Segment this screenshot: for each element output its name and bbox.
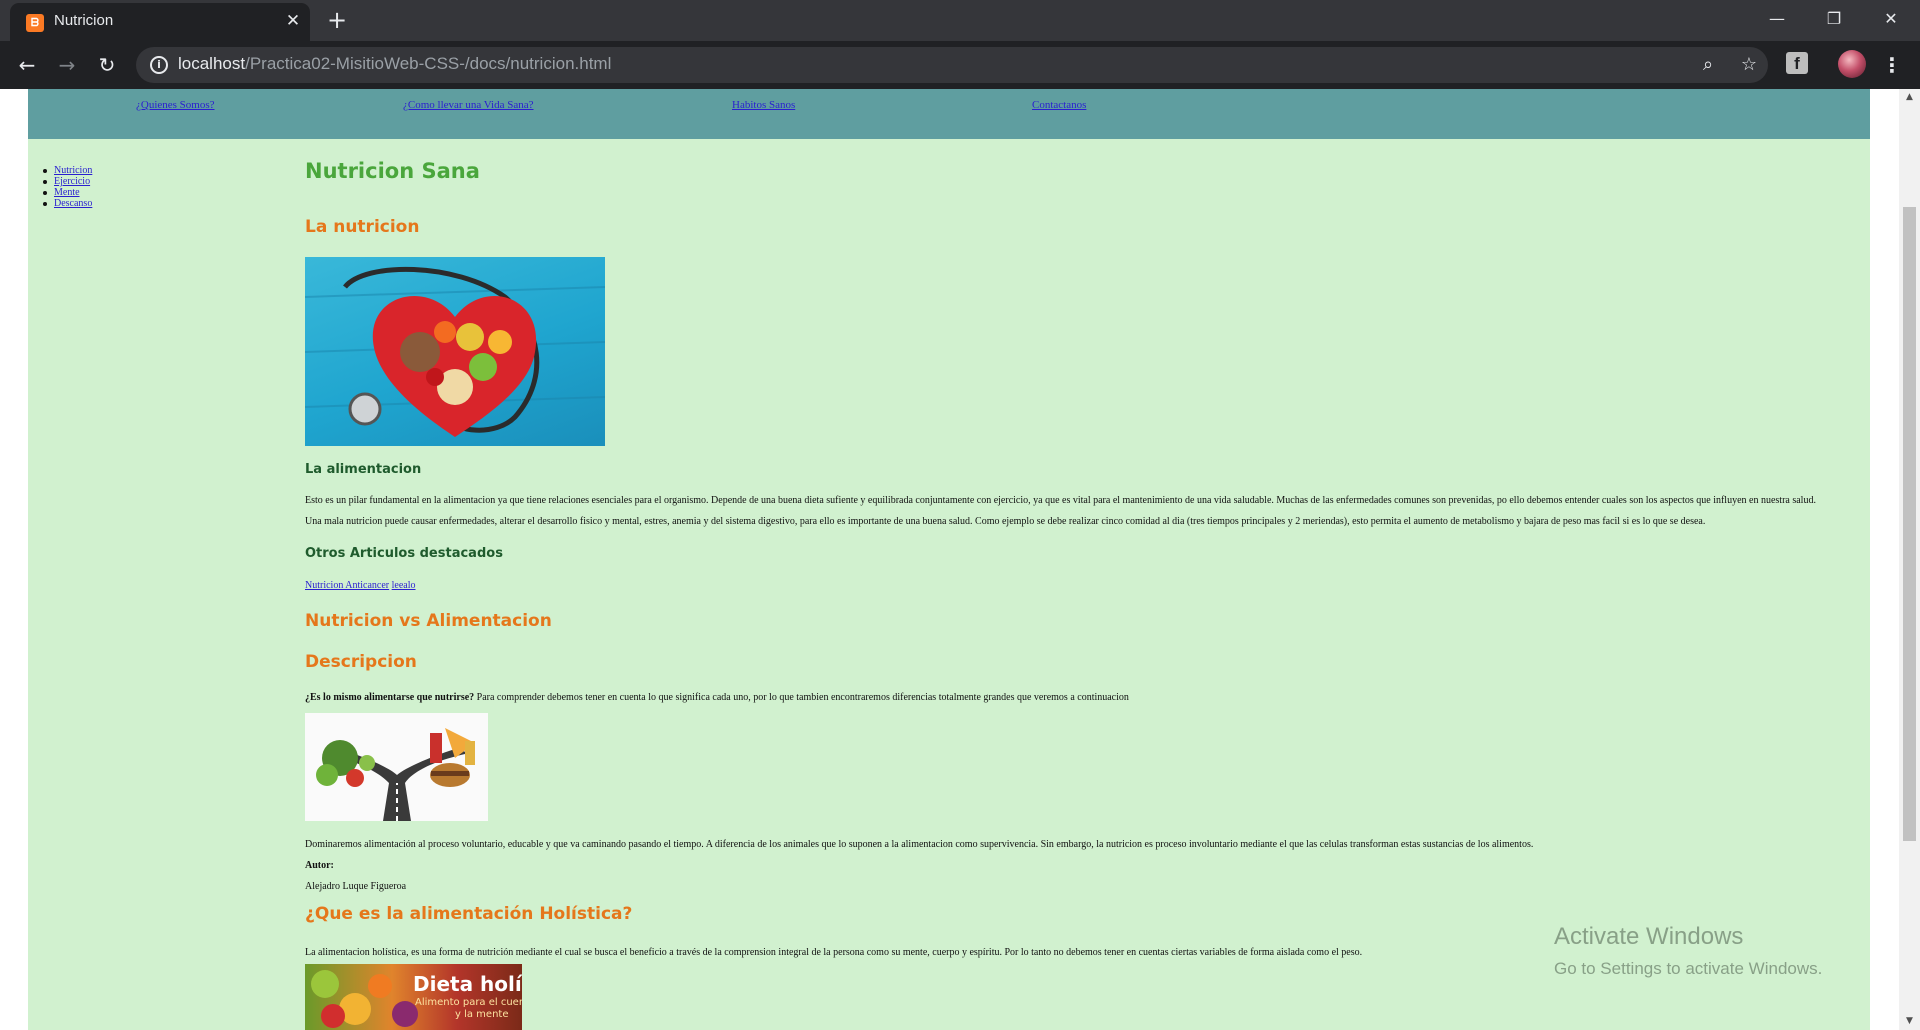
maximize-button[interactable]: ❐ bbox=[1811, 4, 1857, 34]
site-info-icon[interactable]: i bbox=[150, 56, 168, 74]
kebab-menu-icon[interactable]: ⋮ bbox=[1880, 50, 1904, 80]
holistic-image-title: Dieta holística bbox=[413, 972, 522, 996]
forward-icon[interactable]: → bbox=[52, 50, 82, 80]
paragraph-question: ¿Es lo mismo alimentarse que nutrirse? P… bbox=[305, 692, 1129, 703]
healthy-vs-junk-food-image bbox=[305, 713, 488, 821]
nav-link-contactanos[interactable]: Contactanos bbox=[1032, 99, 1086, 111]
holistic-diet-image: Dieta holística Alimento para el cuerpo … bbox=[305, 964, 522, 1030]
scrollbar-thumb[interactable] bbox=[1903, 207, 1916, 841]
holistic-image-subtitle-2: y la mente bbox=[455, 1009, 509, 1020]
sidebar-item-ejercicio[interactable]: Ejercicio bbox=[42, 176, 92, 187]
page-body: ¿Quienes Somos? ¿Como llevar una Vida Sa… bbox=[28, 89, 1870, 1030]
nav-link-quienes-somos[interactable]: ¿Quienes Somos? bbox=[136, 99, 215, 111]
vertical-scrollbar[interactable]: ▲ ▼ bbox=[1899, 89, 1920, 1030]
close-tab-icon[interactable]: ✕ bbox=[282, 10, 304, 32]
paragraph-holistica: La alimentacion holística, es una forma … bbox=[305, 947, 1363, 958]
reload-icon[interactable]: ↻ bbox=[92, 50, 122, 80]
scroll-down-icon[interactable]: ▼ bbox=[1899, 1013, 1920, 1030]
tab-strip: ᗷ Nutricion ✕ + — ❐ ✕ bbox=[0, 0, 1920, 41]
side-navigation: Nutricion Ejercicio Mente Descanso bbox=[42, 165, 92, 209]
paragraph-alimentacion-1: Esto es un pilar fundamental en la alime… bbox=[305, 495, 1816, 506]
close-window-button[interactable]: ✕ bbox=[1868, 4, 1914, 34]
section-heading-vs: Nutricion vs Alimentacion bbox=[305, 611, 552, 631]
address-bar[interactable]: i localhost/Practica02-MisitioWeb-CSS-/d… bbox=[136, 47, 1768, 83]
page-title: Nutricion Sana bbox=[305, 159, 480, 183]
browser-toolbar: ← → ↻ i localhost/Practica02-MisitioWeb-… bbox=[0, 41, 1920, 89]
url-text[interactable]: localhost/Practica02-MisitioWeb-CSS-/doc… bbox=[178, 54, 611, 74]
nutrition-heart-plate-image bbox=[305, 257, 605, 446]
xampp-favicon-icon: ᗷ bbox=[26, 14, 44, 32]
paragraph-alimentacion-2: Una mala nutricion puede causar enfermed… bbox=[305, 516, 1706, 527]
autor-label: Autor: bbox=[305, 860, 334, 871]
top-navigation: ¿Quienes Somos? ¿Como llevar una Vida Sa… bbox=[28, 89, 1870, 139]
article-links: Nutricion Anticancer leealo bbox=[305, 580, 416, 591]
facebook-extension-icon[interactable]: f bbox=[1786, 52, 1808, 74]
tab-title: Nutricion bbox=[54, 12, 114, 29]
active-tab[interactable]: ᗷ Nutricion ✕ bbox=[10, 3, 310, 41]
profile-avatar[interactable] bbox=[1838, 50, 1866, 78]
windows-activation-subtitle: Go to Settings to activate Windows. bbox=[1554, 959, 1823, 978]
page-viewport: ¿Quienes Somos? ¿Como llevar una Vida Sa… bbox=[0, 89, 1920, 1030]
section-heading-holistica: ¿Que es la alimentación Holística? bbox=[305, 904, 633, 924]
bookmark-star-icon[interactable]: ☆ bbox=[1737, 53, 1761, 77]
minimize-button[interactable]: — bbox=[1754, 4, 1800, 34]
nav-link-habitos-sanos[interactable]: Habitos Sanos bbox=[732, 99, 795, 111]
section-heading-la-nutricion: La nutricion bbox=[305, 217, 420, 237]
link-leealo[interactable]: leealo bbox=[392, 580, 416, 591]
nav-link-vida-sana[interactable]: ¿Como llevar una Vida Sana? bbox=[403, 99, 534, 111]
link-nutricion-anticancer[interactable]: Nutricion Anticancer bbox=[305, 580, 389, 591]
scroll-up-icon[interactable]: ▲ bbox=[1899, 89, 1920, 106]
windows-activation-title: Activate Windows bbox=[1554, 923, 1744, 950]
zoom-icon[interactable]: ⌕ bbox=[1696, 53, 1720, 77]
autor-name: Alejadro Luque Figueroa bbox=[305, 881, 407, 892]
sidebar-item-descanso[interactable]: Descanso bbox=[42, 198, 92, 209]
sidebar-item-mente[interactable]: Mente bbox=[42, 187, 92, 198]
paragraph-alimentacion-proceso: Dominaremos alimentación al proceso volu… bbox=[305, 839, 1534, 850]
section-heading-descripcion: Descripcion bbox=[305, 652, 417, 672]
new-tab-button[interactable]: + bbox=[323, 6, 351, 34]
subheading-otros-articulos: Otros Articulos destacados bbox=[305, 546, 503, 561]
holistic-image-subtitle: Alimento para el cuerpo bbox=[415, 997, 522, 1008]
back-icon[interactable]: ← bbox=[12, 50, 42, 80]
sidebar-item-nutricion[interactable]: Nutricion bbox=[42, 165, 92, 176]
subheading-la-alimentacion: La alimentacion bbox=[305, 462, 422, 477]
